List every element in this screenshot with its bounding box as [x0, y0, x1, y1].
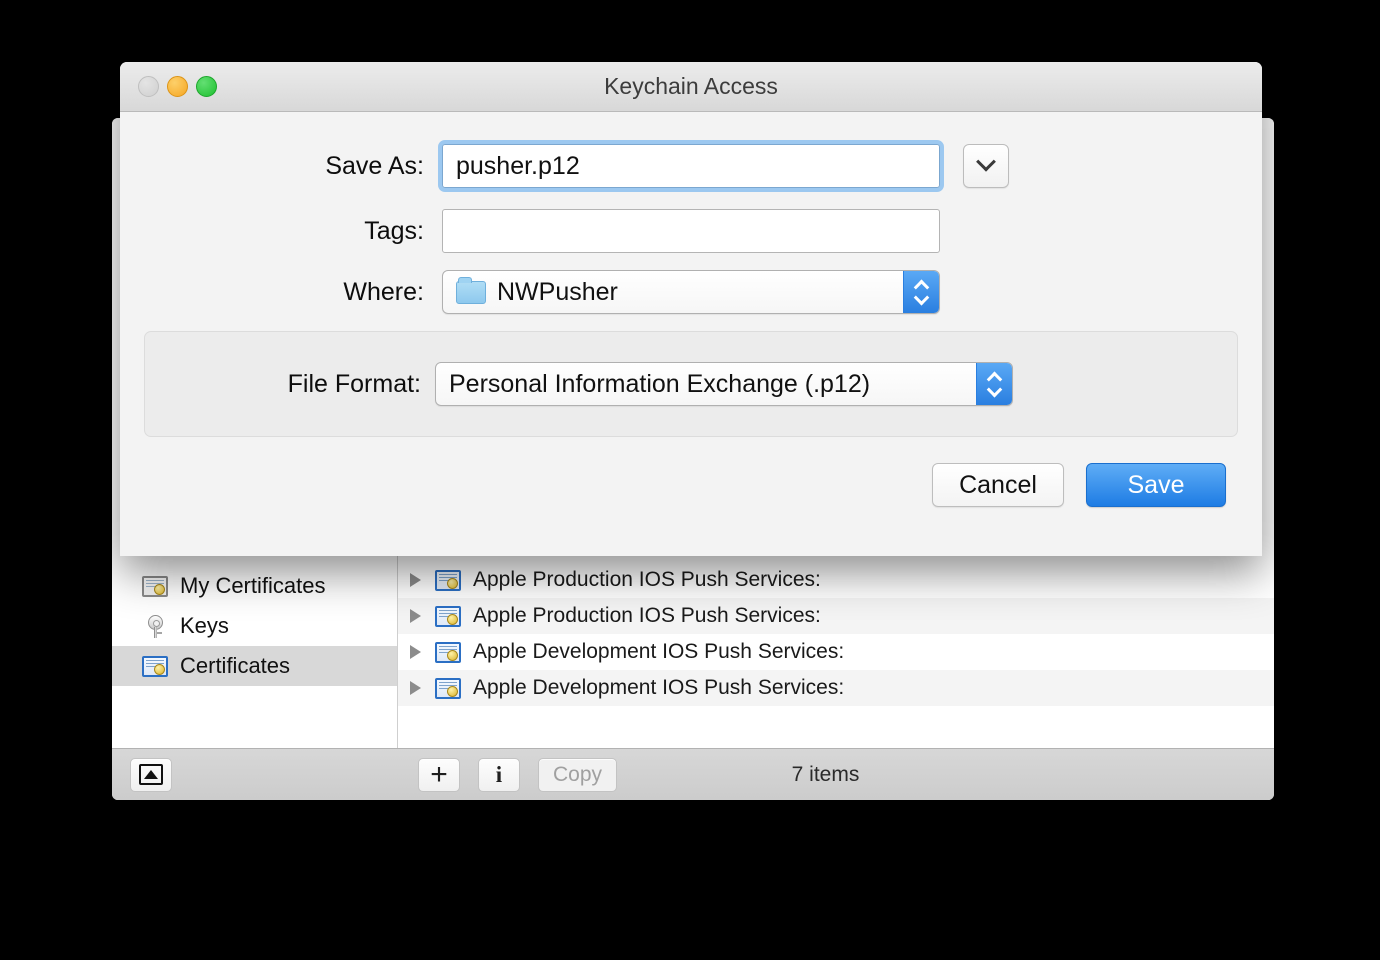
info-icon: i	[495, 761, 503, 787]
certificate-name: Apple Production IOS Push Services:	[473, 568, 821, 591]
dialog-button-row: Cancel Save	[120, 437, 1262, 507]
save-as-label: Save As:	[325, 151, 424, 180]
save-dialog: Keychain Access Save As: pusher.p12 Tags…	[120, 62, 1262, 556]
copy-button[interactable]: Copy	[538, 757, 618, 792]
tags-input[interactable]	[442, 209, 940, 253]
screen: My Certificates Keys Certificates Apple …	[0, 0, 1380, 960]
disclosure-triangle-icon[interactable]	[410, 573, 421, 587]
sidebar-item-my-certificates[interactable]: My Certificates	[112, 566, 397, 606]
eject-box-icon	[139, 764, 163, 785]
certificate-icon	[435, 641, 461, 663]
table-row[interactable]: Apple Production IOS Push Services:	[398, 598, 1274, 634]
tags-row: Tags:	[120, 209, 1262, 253]
save-as-row: Save As: pusher.p12	[120, 140, 1262, 192]
cancel-button[interactable]: Cancel	[932, 463, 1064, 507]
file-format-popup-button[interactable]: Personal Information Exchange (.p12)	[435, 362, 1013, 406]
bottom-toolbar: + i Copy 7 items	[112, 748, 1274, 800]
save-as-focus-ring: pusher.p12	[438, 140, 944, 192]
table-row[interactable]: Apple Development IOS Push Services:	[398, 634, 1274, 670]
copy-button-label: Copy	[553, 762, 603, 786]
file-format-panel: File Format: Personal Information Exchan…	[144, 331, 1238, 437]
dialog-body: Save As: pusher.p12 Tags: Where: NWPushe…	[120, 112, 1262, 507]
certificate-icon	[435, 677, 461, 699]
add-item-button[interactable]: +	[418, 757, 460, 792]
certificate-name: Apple Production IOS Push Services:	[473, 604, 821, 627]
dialog-title: Keychain Access	[604, 73, 778, 99]
certificate-icon	[142, 655, 168, 677]
dialog-titlebar: Keychain Access	[120, 62, 1262, 112]
where-value: NWPusher	[497, 277, 618, 306]
disclosure-triangle-icon[interactable]	[410, 609, 421, 623]
expand-browser-button[interactable]	[963, 144, 1009, 188]
file-format-value: Personal Information Exchange (.p12)	[449, 369, 871, 398]
save-as-input[interactable]: pusher.p12	[442, 144, 940, 188]
status-item-count: 7 items	[791, 762, 860, 786]
sidebar-item-label: Certificates	[180, 653, 291, 678]
sidebar-item-certificates[interactable]: Certificates	[112, 646, 397, 686]
chevron-down-icon	[976, 151, 996, 172]
where-popup-button[interactable]: NWPusher	[442, 270, 940, 314]
disclosure-triangle-icon[interactable]	[410, 681, 421, 695]
where-label: Where:	[343, 277, 424, 306]
where-stepper-icon[interactable]	[903, 271, 939, 313]
certificate-icon	[435, 605, 461, 627]
certificate-name: Apple Development IOS Push Services:	[473, 640, 845, 663]
disclosure-triangle-icon[interactable]	[410, 645, 421, 659]
table-row[interactable]: Apple Development IOS Push Services:	[398, 670, 1274, 706]
file-format-row: File Format: Personal Information Exchan…	[145, 362, 1237, 406]
key-icon	[142, 615, 168, 638]
tags-label: Tags:	[364, 216, 424, 245]
sidebar-item-keys[interactable]: Keys	[112, 606, 397, 646]
certificate-name: Apple Development IOS Push Services:	[473, 676, 845, 699]
certificate-icon	[435, 569, 461, 591]
save-button[interactable]: Save	[1086, 463, 1226, 507]
sidebar-item-label: My Certificates	[180, 573, 326, 598]
plus-icon: +	[430, 757, 448, 791]
file-format-label: File Format:	[287, 369, 421, 398]
file-format-stepper-icon[interactable]	[976, 363, 1012, 405]
certificate-icon	[142, 575, 168, 597]
table-row[interactable]: Apple Production IOS Push Services:	[398, 562, 1274, 598]
info-button[interactable]: i	[478, 757, 520, 792]
folder-icon	[456, 276, 486, 304]
show-keychains-button[interactable]	[130, 757, 172, 792]
sidebar-item-label: Keys	[180, 613, 229, 638]
where-row: Where: NWPusher	[120, 270, 1262, 314]
sidebar-category-list: My Certificates Keys Certificates	[112, 566, 397, 686]
